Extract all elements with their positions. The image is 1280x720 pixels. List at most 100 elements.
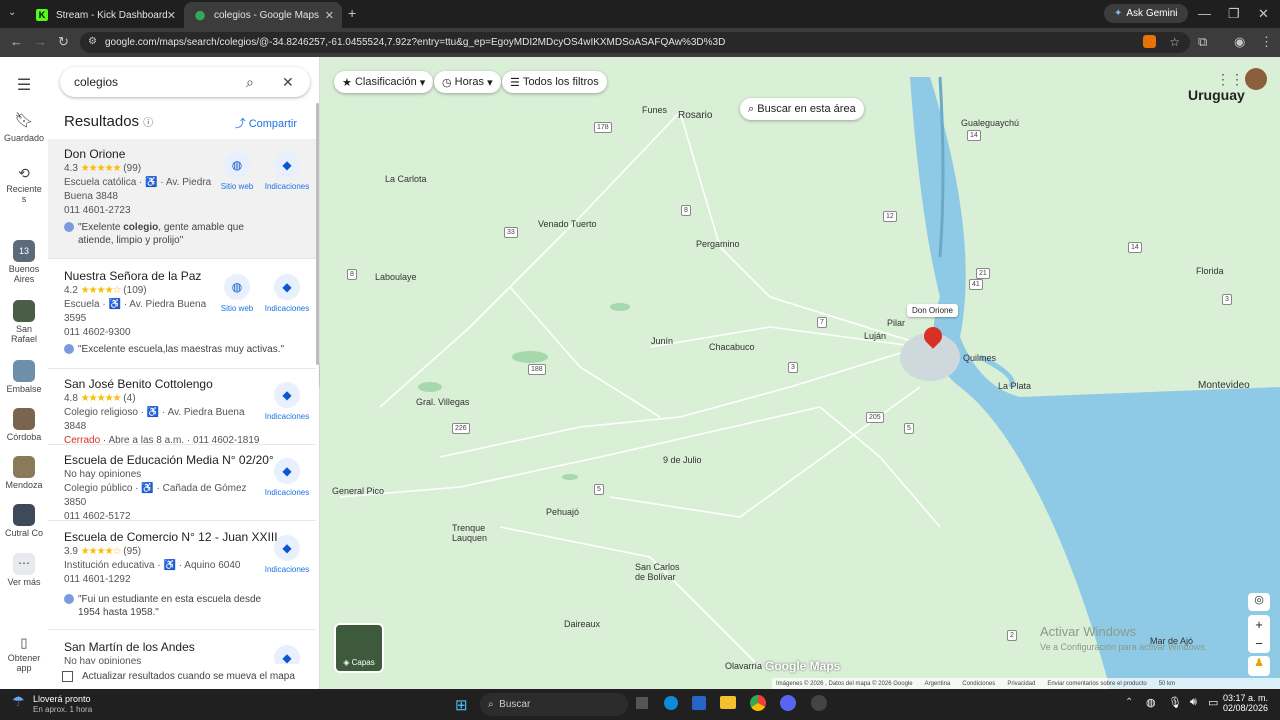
- tab-list-icon[interactable]: ⌄: [8, 7, 16, 18]
- back-icon[interactable]: ←: [10, 34, 23, 49]
- tab-google-maps[interactable]: ⬤ colegios - Google Maps ✕: [184, 2, 342, 28]
- close-tab-icon[interactable]: ✕: [167, 9, 176, 22]
- directions-button[interactable]: ◆ Indicaciones: [259, 535, 315, 574]
- zoom-out-button[interactable]: −: [1248, 634, 1270, 653]
- footer-link[interactable]: Argentina: [925, 681, 951, 687]
- city-label: San Carlos de Bolívar: [635, 562, 680, 582]
- nav-place-cordoba[interactable]: Córdoba: [0, 408, 48, 442]
- avatar[interactable]: [1245, 68, 1267, 90]
- directions-button[interactable]: ◆ Indicaciones: [259, 382, 315, 421]
- result-item[interactable]: Nuestra Señora de la Paz 4.2 ★★★★☆ (109)…: [48, 261, 316, 369]
- result-category-address: Colegio religioso · ♿ · Av. Piedra Buena…: [64, 407, 245, 432]
- address-bar[interactable]: ⚙ google.com/maps/search/colegios/@-34.8…: [80, 32, 1190, 53]
- close-tab-icon[interactable]: ✕: [325, 9, 334, 22]
- route-shield: 2: [1007, 630, 1017, 641]
- site-info-icon[interactable]: ⚙: [88, 36, 97, 47]
- menu-icon[interactable]: ☰: [0, 75, 48, 95]
- app-icon[interactable]: [811, 695, 827, 711]
- review-text: "Excelente escuela,las maestras muy acti…: [78, 344, 285, 355]
- footer-link[interactable]: Privacidad: [1007, 681, 1035, 687]
- minimize-icon[interactable]: —: [1198, 6, 1211, 21]
- extension-icon[interactable]: [1143, 35, 1156, 48]
- zoom-in-button[interactable]: +: [1248, 615, 1270, 634]
- review-snippet: "Excelente escuela,las maestras muy acti…: [64, 343, 316, 356]
- search-icon[interactable]: ⌕: [246, 74, 254, 91]
- city-label: Gualeguaychú: [961, 118, 1020, 128]
- nav-recent[interactable]: ⟲ Reciente s: [0, 165, 48, 204]
- result-item[interactable]: Escuela de Comercio N° 12 - Juan XXIII 3…: [48, 522, 316, 630]
- discord-icon[interactable]: [780, 695, 796, 711]
- nav-more[interactable]: ⋯ Ver más: [0, 553, 48, 587]
- google-maps-logo: Google Maps: [765, 659, 841, 673]
- nav-place-san-rafael[interactable]: San Rafael: [0, 300, 48, 344]
- chrome-icon[interactable]: [750, 695, 766, 711]
- directions-button[interactable]: ◆ Indicaciones: [259, 152, 315, 191]
- profile-icon[interactable]: ◉: [1234, 34, 1245, 50]
- directions-button[interactable]: ◆ Indicaciones: [259, 458, 315, 497]
- result-item[interactable]: Escuela de Educación Media N° 02/20° No …: [48, 445, 316, 522]
- update-results-checkbox[interactable]: [62, 671, 73, 682]
- place-label: Cutral Co: [4, 528, 43, 538]
- zoom-controls: + −: [1248, 615, 1270, 653]
- file-explorer-icon[interactable]: [720, 696, 736, 709]
- nav-place-embalse[interactable]: Embalse: [0, 360, 48, 394]
- taskbar-search-label: Buscar: [499, 699, 531, 710]
- result-item[interactable]: Don Orione 4.3 ★★★★★ (99) Escuela católi…: [48, 139, 316, 259]
- network-icon[interactable]: ◍: [1146, 696, 1156, 709]
- map-canvas[interactable]: ★ Clasificación ▾ ◷ Horas ▾ ☰ Todos los …: [320, 57, 1280, 689]
- bookmark-star-icon[interactable]: ☆: [1169, 35, 1180, 49]
- share-label: Compartir: [248, 118, 297, 130]
- pegman-icon[interactable]: ♟: [1248, 656, 1270, 676]
- search-this-area-button[interactable]: ⌕ Buscar en esta área: [740, 98, 864, 120]
- update-results-label: Actualizar resultados cuando se mueva el…: [82, 671, 295, 682]
- tray-chevron-icon[interactable]: ⌃: [1125, 697, 1133, 708]
- filter-classification[interactable]: ★ Clasificación ▾: [334, 71, 434, 93]
- battery-icon[interactable]: ▭: [1208, 696, 1218, 709]
- nav-place-buenos-aires[interactable]: 13 Buenos Aires: [0, 240, 48, 284]
- website-button[interactable]: ◍ Sitio web: [209, 274, 265, 313]
- directions-button[interactable]: ◆ Indicaciones: [259, 274, 315, 313]
- nav-place-mendoza[interactable]: Mendoza: [0, 456, 48, 490]
- clear-search-icon[interactable]: ✕: [282, 74, 294, 91]
- weather-icon[interactable]: ☂: [12, 693, 25, 710]
- scrollbar-thumb[interactable]: [316, 103, 319, 365]
- store-icon[interactable]: [692, 696, 706, 710]
- edge-icon[interactable]: [664, 696, 678, 710]
- my-location-icon[interactable]: ◎: [1248, 593, 1270, 611]
- website-button[interactable]: ◍ Sitio web: [209, 152, 265, 191]
- update-results-checkbox-row[interactable]: Actualizar resultados cuando se mueva el…: [48, 664, 319, 689]
- place-label: Embalse: [6, 384, 42, 394]
- review-count: (95): [123, 546, 142, 557]
- taskbar-search[interactable]: ⌕ Buscar: [480, 693, 628, 716]
- volume-icon[interactable]: 🔊︎: [1190, 696, 1197, 709]
- extensions-icon[interactable]: ⧉: [1198, 34, 1207, 50]
- close-window-icon[interactable]: ✕: [1258, 6, 1269, 22]
- new-tab-icon[interactable]: +: [348, 5, 356, 21]
- filter-hours[interactable]: ◷ Horas ▾: [434, 71, 501, 93]
- share-button[interactable]: ⤴ Compartir: [235, 115, 297, 131]
- pin-label[interactable]: Don Orione: [907, 304, 958, 317]
- rating-value: 4.3: [64, 163, 78, 174]
- reload-icon[interactable]: ↻: [58, 34, 69, 50]
- search-input[interactable]: colegios ⌕ ✕: [60, 67, 310, 97]
- result-item[interactable]: San José Benito Cottolengo 4.8 ★★★★★ (4)…: [48, 369, 316, 446]
- nav-place-cutral-co[interactable]: Cutral Co: [0, 504, 48, 538]
- restore-icon[interactable]: ❐: [1228, 6, 1240, 22]
- review-snippet: "Exelente colegio, gente amable que atie…: [64, 221, 264, 247]
- tab-title: colegios - Google Maps: [214, 9, 320, 21]
- footer-link[interactable]: Enviar comentarios sobre el producto: [1047, 681, 1146, 687]
- forward-icon[interactable]: →: [34, 34, 47, 49]
- browser-menu-icon[interactable]: ⋮: [1260, 34, 1273, 50]
- layers-button[interactable]: ◈ Capas: [334, 623, 384, 673]
- microphone-icon[interactable]: 🎙︎: [1168, 696, 1182, 709]
- task-view-icon[interactable]: [636, 697, 648, 709]
- tab-kick[interactable]: K Stream - Kick Dashboard ✕: [26, 2, 184, 28]
- info-icon[interactable]: ⓘ: [143, 118, 153, 129]
- filter-all[interactable]: ☰ Todos los filtros: [502, 71, 607, 93]
- nav-saved[interactable]: 🔖︎ Guardado: [0, 111, 48, 143]
- windows-start-icon[interactable]: ⊞: [455, 696, 468, 714]
- footer-link[interactable]: Condiciones: [962, 681, 995, 687]
- nav-get-app[interactable]: ▯ Obtener app: [0, 635, 48, 673]
- clock[interactable]: 03:17 a. m. 02/08/2026: [1223, 693, 1268, 713]
- ask-gemini-button[interactable]: ✦ Ask Gemini: [1104, 4, 1188, 23]
